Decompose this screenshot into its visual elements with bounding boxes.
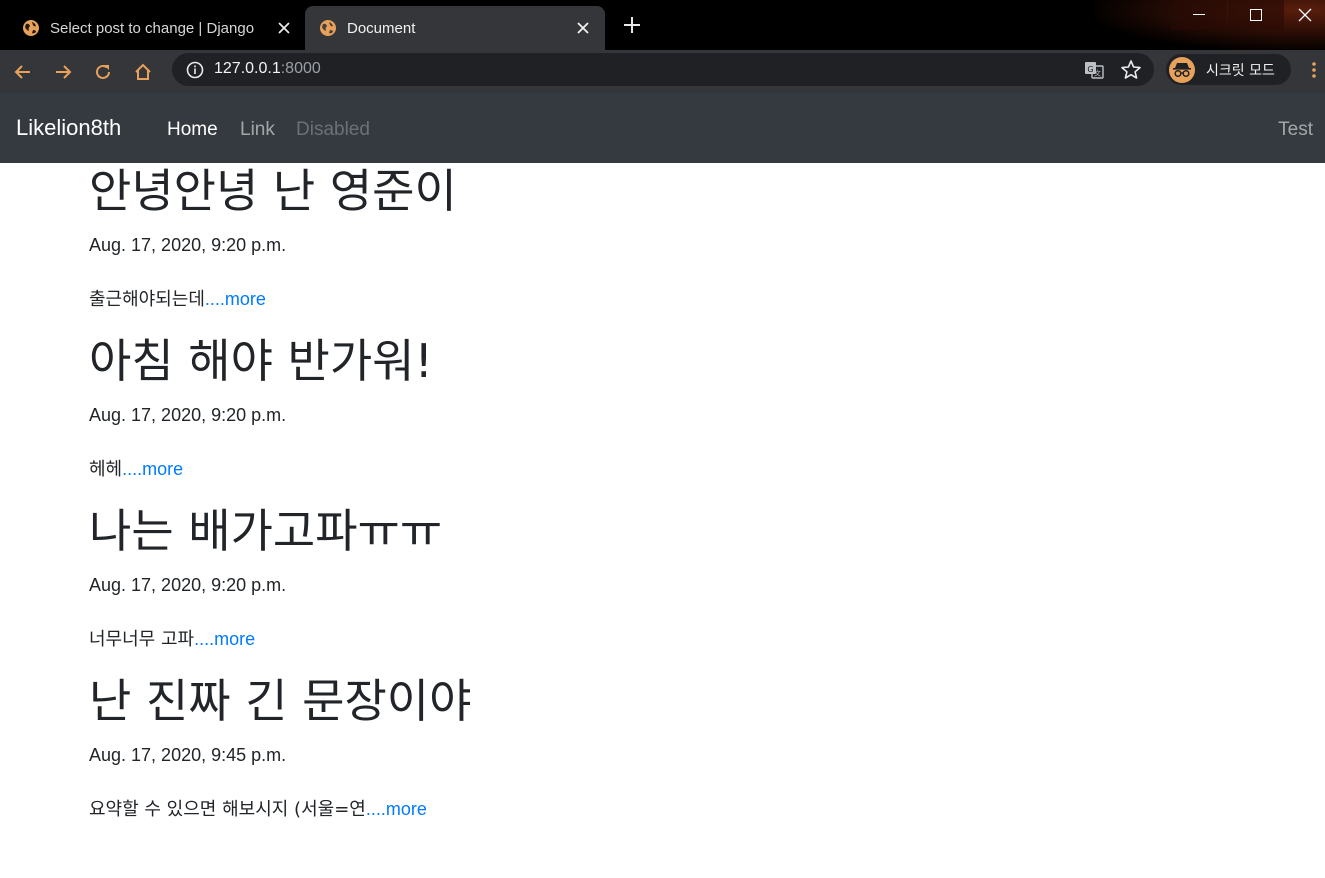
post-title: 아침 해야 반가워! bbox=[89, 334, 433, 388]
svg-text:文: 文 bbox=[1094, 69, 1101, 78]
home-icon bbox=[135, 63, 151, 80]
nav-link-link[interactable]: Link bbox=[240, 119, 275, 141]
incognito-label: 시크릿 모드 bbox=[1206, 62, 1275, 79]
post-title: 난 진짜 긴 문장이야 bbox=[89, 674, 472, 728]
post-summary-text: 너무너무 고파 bbox=[89, 629, 195, 650]
post-summary-text: 출근해야되는데 bbox=[89, 289, 205, 310]
translate-icon[interactable]: G 文 bbox=[1084, 60, 1104, 80]
info-icon[interactable] bbox=[186, 61, 204, 79]
navbar-brand[interactable]: Likelion8th bbox=[16, 115, 121, 141]
post-item: 안녕안녕 난 영준이 Aug. 17, 2020, 9:20 p.m. 출근해야… bbox=[89, 163, 457, 310]
more-vertical-icon bbox=[1312, 62, 1316, 78]
bookmark-star-icon[interactable] bbox=[1120, 59, 1142, 81]
minimize-icon bbox=[1193, 14, 1205, 15]
plus-icon bbox=[624, 17, 640, 33]
minimize-window-button[interactable] bbox=[1171, 0, 1227, 30]
post-date: Aug. 17, 2020, 9:20 p.m. bbox=[89, 235, 287, 255]
post-summary-text: 요약할 수 있으면 해보시지 (서울=연 bbox=[89, 799, 366, 820]
post-title: 안녕안녕 난 영준이 bbox=[89, 164, 457, 218]
tab-title: Select post to change | Django bbox=[50, 19, 255, 37]
new-tab-button[interactable] bbox=[620, 13, 644, 37]
url-text[interactable]: 127.0.0.1:8000 bbox=[214, 60, 321, 78]
post-item: 나는 배가고파ㅠㅠ Aug. 17, 2020, 9:20 p.m. 너무너무 … bbox=[89, 503, 443, 650]
post-item: 아침 해야 반가워! Aug. 17, 2020, 9:20 p.m. 헤헤..… bbox=[89, 333, 433, 480]
browser-tab-django-admin[interactable]: Select post to change | Django bbox=[8, 6, 306, 50]
reload-icon bbox=[96, 64, 110, 79]
url-port: :8000 bbox=[280, 60, 321, 77]
post-date: Aug. 17, 2020, 9:45 p.m. bbox=[89, 745, 287, 765]
close-tab-icon[interactable] bbox=[276, 20, 292, 36]
post-title: 나는 배가고파ㅠㅠ bbox=[89, 504, 443, 558]
reload-button[interactable] bbox=[90, 59, 116, 85]
globe-icon bbox=[23, 20, 39, 36]
close-tab-icon[interactable] bbox=[575, 20, 591, 36]
post-date: Aug. 17, 2020, 9:20 p.m. bbox=[89, 405, 287, 425]
browser-tab-document[interactable]: Document bbox=[305, 6, 605, 50]
read-more-link[interactable]: ....more bbox=[205, 289, 266, 309]
post-summary: 출근해야되는데....more bbox=[89, 285, 266, 311]
address-bar[interactable]: 127.0.0.1:8000 G 文 bbox=[172, 53, 1154, 86]
post-summary: 너무너무 고파....more bbox=[89, 625, 255, 651]
post-summary: 헤헤....more bbox=[89, 455, 183, 481]
close-icon bbox=[1298, 8, 1312, 22]
read-more-link[interactable]: ....more bbox=[194, 629, 255, 649]
nav-link-disabled: Disabled bbox=[296, 119, 370, 140]
forward-button[interactable] bbox=[50, 59, 76, 85]
post-date: Aug. 17, 2020, 9:20 p.m. bbox=[89, 575, 287, 595]
post-summary: 요약할 수 있으면 해보시지 (서울=연....more bbox=[89, 795, 427, 821]
read-more-link[interactable]: ....more bbox=[366, 799, 427, 819]
svg-text:G: G bbox=[1087, 65, 1093, 74]
arrow-left-icon bbox=[14, 65, 30, 79]
site-navbar: Likelion8th Home Link Disabled Test bbox=[0, 93, 1325, 163]
read-more-link[interactable]: ....more bbox=[122, 459, 183, 479]
browser-menu-button[interactable] bbox=[1306, 59, 1322, 81]
tab-title: Document bbox=[347, 19, 416, 37]
incognito-indicator[interactable]: 시크릿 모드 bbox=[1166, 54, 1291, 85]
maximize-window-button[interactable] bbox=[1228, 0, 1284, 30]
maximize-icon bbox=[1250, 9, 1262, 21]
close-window-button[interactable] bbox=[1285, 0, 1325, 30]
back-button[interactable] bbox=[10, 59, 36, 85]
incognito-icon bbox=[1169, 56, 1195, 83]
nav-link-home[interactable]: Home bbox=[167, 119, 218, 141]
browser-tab-strip: Select post to change | Django Document bbox=[0, 0, 1325, 50]
home-button[interactable] bbox=[130, 59, 156, 85]
post-summary-text: 헤헤 bbox=[89, 459, 123, 480]
arrow-right-icon bbox=[56, 65, 72, 79]
nav-link-test[interactable]: Test bbox=[1278, 119, 1313, 141]
post-item: 난 진짜 긴 문장이야 Aug. 17, 2020, 9:45 p.m. 요약할… bbox=[89, 673, 472, 820]
url-host: 127.0.0.1 bbox=[214, 60, 281, 77]
globe-icon bbox=[320, 20, 336, 36]
